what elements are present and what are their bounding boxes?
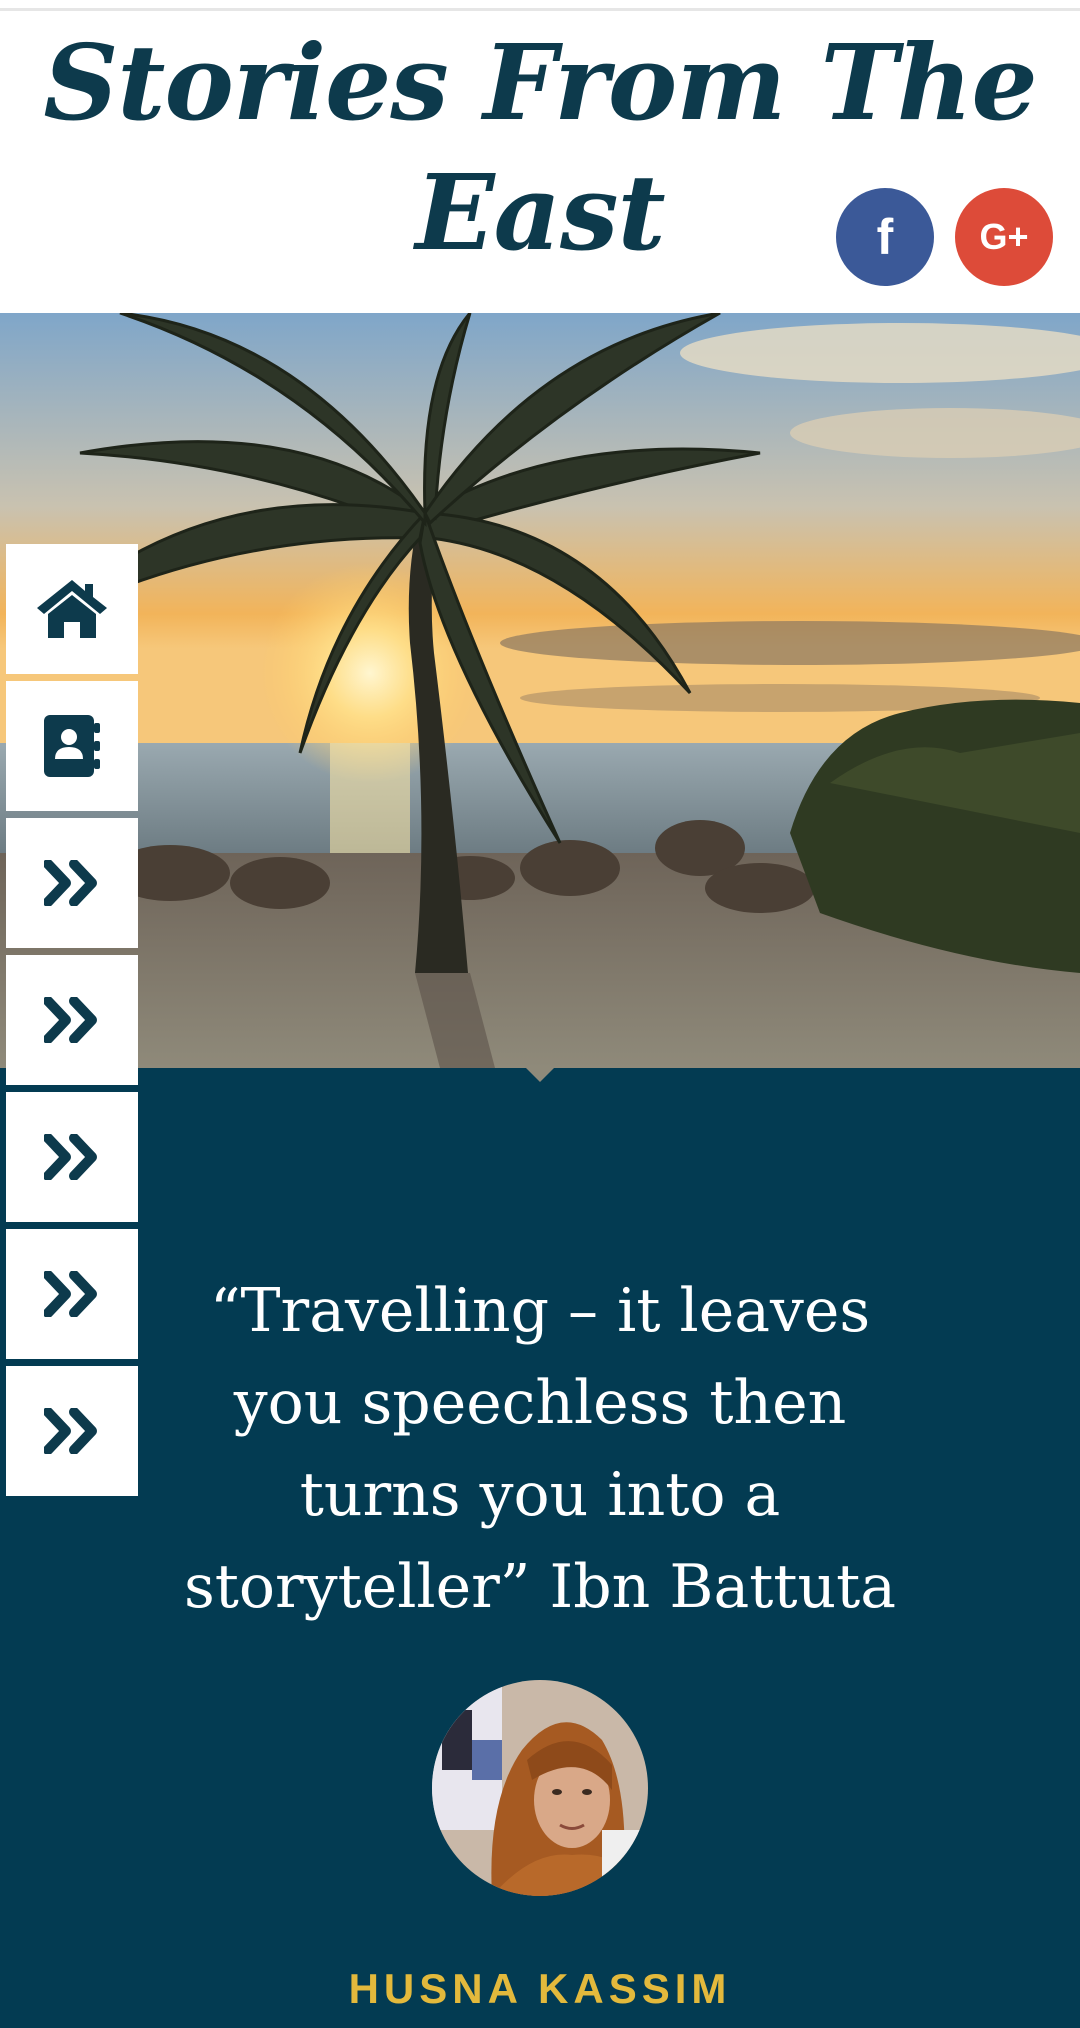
double-chevron-right-icon <box>44 860 97 906</box>
quote-text: “Travelling – it leaves you speechless t… <box>184 1276 896 1622</box>
double-chevron-right-icon <box>44 1408 97 1454</box>
nav-link-button[interactable] <box>6 955 138 1085</box>
top-divider <box>0 8 1080 11</box>
author-avatar <box>432 1680 648 1896</box>
facebook-button[interactable]: f <box>836 188 934 286</box>
nav-link-button[interactable] <box>6 818 138 948</box>
hero-notch <box>526 1068 554 1082</box>
nav-link-button[interactable] <box>6 1229 138 1359</box>
facebook-icon: f <box>876 209 894 265</box>
double-chevron-right-icon <box>44 997 97 1043</box>
nav-link-button[interactable] <box>6 1092 138 1222</box>
google-plus-button[interactable]: G+ <box>955 188 1053 286</box>
contact-book-icon <box>44 715 100 777</box>
home-icon <box>37 580 107 638</box>
double-chevron-right-icon <box>44 1271 97 1317</box>
nav-home-button[interactable] <box>6 544 138 674</box>
double-chevron-right-icon <box>44 1134 97 1180</box>
side-navigation <box>6 544 138 1503</box>
author-name[interactable]: HUSNA KASSIM <box>0 1965 1080 2013</box>
hero-image <box>0 313 1080 1068</box>
nav-contact-button[interactable] <box>6 681 138 811</box>
google-plus-icon: G+ <box>979 216 1029 257</box>
nav-link-button[interactable] <box>6 1366 138 1496</box>
site-header: Stories From The East f G+ <box>0 0 1080 313</box>
